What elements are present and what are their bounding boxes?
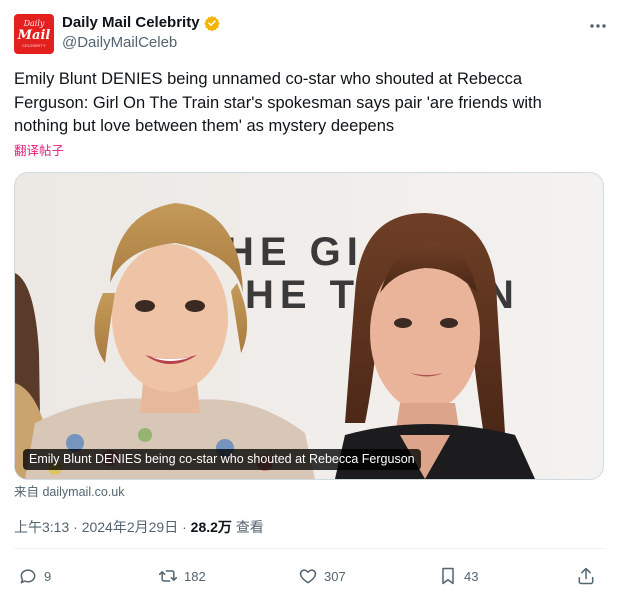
display-name[interactable]: Daily Mail Celebrity [62,14,200,32]
retweet-icon [158,570,178,582]
meta-separator-2: · [182,519,187,535]
tweet-time[interactable]: 上午3:13 [14,519,69,535]
avatar-line3: CELEBRITY [21,43,47,48]
heart-icon [299,569,317,584]
like-button[interactable]: 307 [298,562,346,590]
link-card[interactable]: HE GI HE T N Emily Blunt DENIES being co… [14,172,604,480]
views-count: 28.2万 [190,519,232,535]
svg-text:HE T: HE T [245,273,360,317]
tweet-header: Daily Mail CELEBRITY Daily Mail Celebrit… [14,12,610,56]
backdrop-text: HE GI [225,230,364,274]
avatar-line2: Mail [17,28,51,43]
divider [14,548,606,549]
like-count: 307 [324,568,346,584]
more-horizontal-icon[interactable] [588,16,608,38]
action-bar: 9 182 307 43 [14,562,606,590]
tweet-meta: 上午3:13 · 2024年2月29日 · 28.2万 查看 [14,518,264,536]
card-caption: Emily Blunt DENIES being co-star who sho… [23,449,421,470]
avatar-line1: Daily [23,19,45,28]
reply-button[interactable]: 9 [18,562,51,590]
bookmark-icon [442,567,454,585]
avatar[interactable]: Daily Mail CELEBRITY [14,14,54,54]
share-icon [578,567,594,585]
name-row: Daily Mail Celebrity [62,14,220,32]
views-label: 查看 [235,519,264,535]
reply-count: 9 [44,568,52,584]
share-button[interactable] [576,562,602,590]
tweet-date[interactable]: 2024年2月29日 [82,519,179,535]
retweet-count: 182 [184,568,206,584]
meta-separator: · [73,519,78,535]
tweet-text: Emily Blunt DENIES being unnamed co-star… [14,70,542,135]
bookmark-button[interactable]: 43 [438,562,478,590]
link-source[interactable]: 来自 dailymail.co.uk [14,484,124,500]
verified-badge-icon [203,16,220,31]
reply-icon [20,569,36,584]
article-photo: HE GI HE T N [15,173,603,479]
translate-link[interactable]: 翻译帖子 [14,143,64,159]
bookmark-count: 43 [464,568,479,584]
handle[interactable]: @DailyMailCeleb [62,34,177,52]
retweet-button[interactable]: 182 [158,562,206,590]
